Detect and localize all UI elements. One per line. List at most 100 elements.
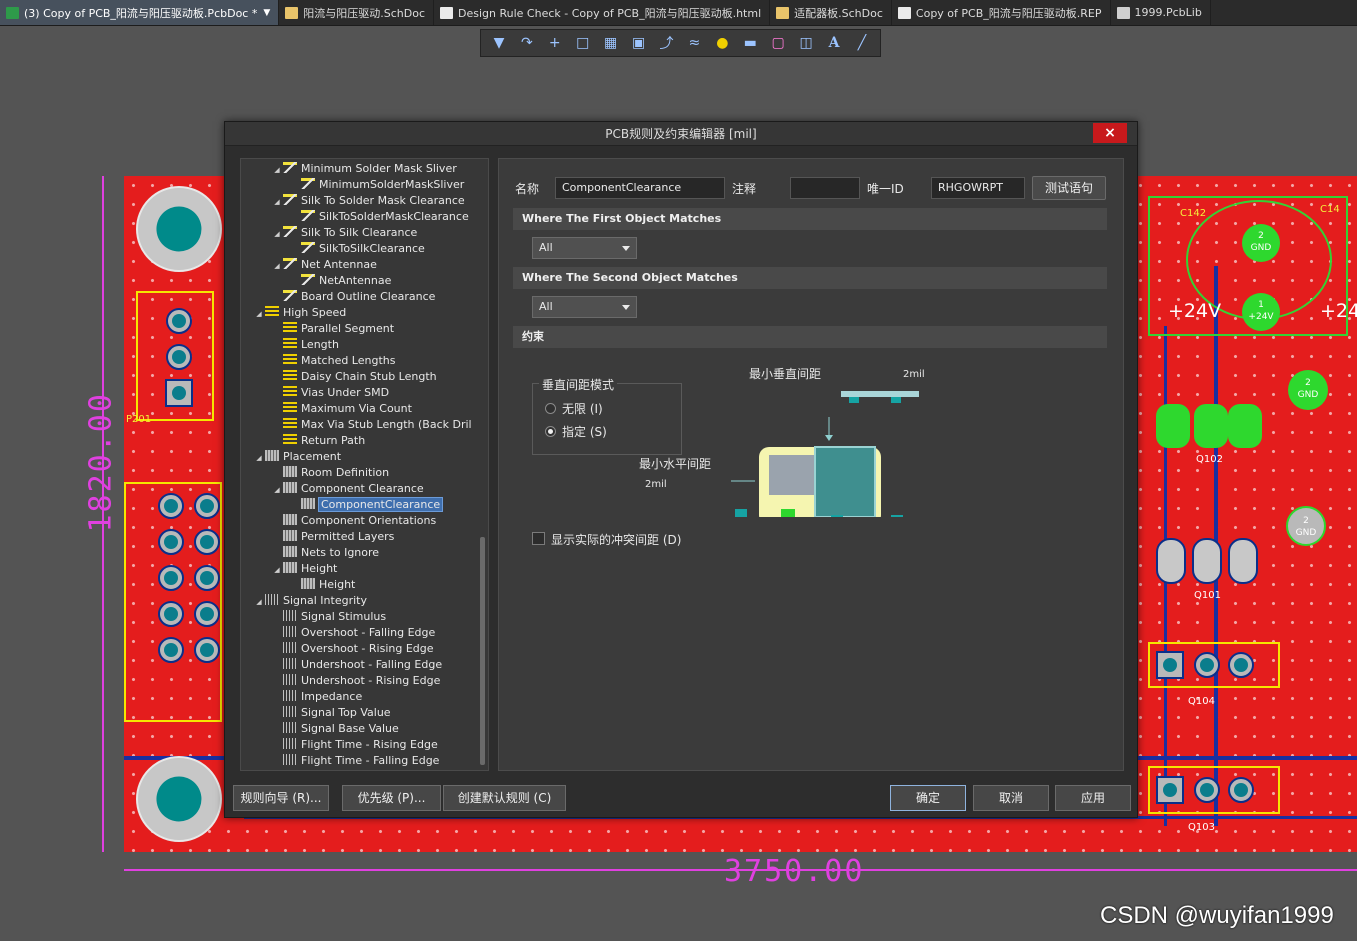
dimension-icon[interactable]: ◫ [795,32,817,54]
tree-item[interactable]: Impedance [271,689,362,705]
tree-item[interactable]: SilkToSolderMaskClearance [289,209,469,225]
document-icon [776,6,790,19]
hs-rule-icon [283,370,297,381]
tree-item[interactable]: SilkToSilkClearance [289,241,425,257]
expand-arrow-icon[interactable]: ◢ [271,562,283,578]
tree-item[interactable]: Room Definition [271,465,389,481]
tree-item-label: SilkToSilkClearance [319,242,425,255]
document-tab[interactable]: (3) Copy of PCB_阳流与阳压驱动板.PcbDoc * ▼ [0,0,280,25]
expand-arrow-icon[interactable]: ◢ [271,162,283,178]
expand-arrow-icon[interactable]: ◢ [253,306,265,322]
document-tab[interactable]: 1999.PcbLib [1111,0,1211,25]
show-actual-label[interactable]: 显示实际的冲突间距 (D) [551,531,681,548]
tree-item[interactable]: ◢ Net Antennae [271,257,377,273]
tree-item[interactable]: Nets to Ignore [271,545,379,561]
apply-button[interactable]: 应用 [1055,785,1131,811]
second-match-select[interactable]: All [532,296,637,318]
tree-item[interactable]: Undershoot - Falling Edge [271,657,442,673]
tree-item[interactable]: ◢ Placement [253,449,341,465]
filter-icon[interactable]: ▼ [488,32,510,54]
document-tab[interactable]: 适配器板.SchDoc [770,0,892,25]
tree-item[interactable]: Flight Time - Falling Edge [271,753,439,769]
tree-item[interactable]: Flight Time - Rising Edge [271,737,438,753]
expand-arrow-icon[interactable]: ◢ [271,194,283,210]
expand-arrow-icon[interactable]: ◢ [253,594,265,610]
hs-rule-icon [265,306,279,317]
chip-icon[interactable]: ▣ [628,32,650,54]
document-tab[interactable]: Copy of PCB_阳流与阳压驱动板.REP [892,0,1111,25]
rule-tree[interactable]: ◢ Minimum Solder Mask Sliver MinimumSolder… [240,158,489,771]
tree-item[interactable]: Height [289,577,355,593]
expand-arrow-icon[interactable]: ◢ [253,450,265,466]
tree-item[interactable]: Permitted Layers [271,529,394,545]
tree-item[interactable]: ◢ Silk To Solder Mask Clearance [271,193,465,209]
tree-item[interactable]: Return Path [271,433,365,449]
pad [1156,651,1184,679]
tree-item[interactable]: Parallel Segment [271,321,394,337]
tree-item[interactable]: Undershoot - Rising Edge [271,673,440,689]
diff-route-icon[interactable]: ≈ [683,32,705,54]
tree-item[interactable]: ◢ Height [271,561,337,577]
test-query-button[interactable]: 测试语句 [1032,176,1106,200]
tree-item[interactable]: Maximum Via Count [271,401,412,417]
radio-specified[interactable] [545,426,556,437]
radio-infinite-label[interactable]: 无限 (I) [562,400,603,417]
tree-item[interactable]: Signal Base Value [271,721,399,737]
expand-arrow-icon[interactable]: ◢ [271,482,283,498]
tree-scrollbar-thumb[interactable] [480,537,485,765]
rule-wizard-button[interactable]: 规则向导 (R)... [233,785,329,811]
tree-item[interactable]: Signal Stimulus [271,609,386,625]
name-input[interactable]: ComponentClearance [555,177,725,199]
tree-item[interactable]: ◢ Component Clearance [271,481,424,497]
comment-input[interactable] [790,177,860,199]
tree-item[interactable]: ◢ High Speed [253,305,346,321]
tree-item[interactable]: Signal Top Value [271,705,391,721]
select-rect-icon[interactable]: □ [572,32,594,54]
tree-item[interactable]: Length [271,337,339,353]
tree-item[interactable]: Component Orientations [271,513,436,529]
tree-item[interactable]: Overshoot - Falling Edge [271,625,435,641]
tree-item[interactable]: Board Outline Clearance [271,289,435,305]
dialog-titlebar: PCB规则及约束编辑器 [mil] × [225,122,1137,146]
tree-item[interactable]: NetAntennae [289,273,391,289]
tree-item[interactable]: ◢ Signal Integrity [253,593,367,609]
tree-item[interactable]: ComponentClearance [289,497,444,513]
cancel-button[interactable]: 取消 [973,785,1049,811]
radio-infinite[interactable] [545,403,556,414]
tree-item[interactable]: Matched Lengths [271,353,395,369]
silk-label: Q103 [1188,822,1215,833]
graph-icon[interactable]: ▢ [767,32,789,54]
tree-item-label: Return Path [301,434,366,447]
text-icon[interactable]: A [823,32,845,54]
route-icon[interactable]: ↷ [516,32,538,54]
tree-item[interactable]: MinimumSolderMaskSliver [289,177,464,193]
create-default-rules-button[interactable]: 创建默认规则 (C) [443,785,566,811]
tree-item-label: Flight Time - Falling Edge [301,754,440,767]
tree-item-label: ComponentClearance [317,497,444,512]
unique-id-input[interactable]: RHGOWRPT [931,177,1025,199]
first-match-select[interactable]: All [532,237,637,259]
tree-item[interactable]: Overshoot - Rising Edge [271,641,434,657]
expand-arrow-icon[interactable]: ◢ [271,258,283,274]
document-tab[interactable]: 阳流与阳压驱动.SchDoc [279,0,435,25]
ok-button[interactable]: 确定 [890,785,966,811]
line-icon[interactable]: ╱ [851,32,873,54]
close-button[interactable]: × [1093,123,1127,143]
priority-button[interactable]: 优先级 (P)... [342,785,441,811]
tree-item[interactable]: Vias Under SMD [271,385,389,401]
pin-icon[interactable]: ● [711,32,733,54]
cross-icon[interactable]: + [544,32,566,54]
document-tab[interactable]: Design Rule Check - Copy of PCB_阳流与阳压驱动板… [434,0,771,25]
radio-specified-label[interactable]: 指定 (S) [562,423,607,440]
show-actual-checkbox[interactable] [532,532,545,545]
interactive-route-icon[interactable]: ⤴ [655,32,677,54]
tree-item[interactable]: Max Via Stub Length (Back Dril [271,417,472,433]
tab-menu-icon[interactable]: ▼ [263,8,270,18]
chart-icon[interactable]: ▦ [600,32,622,54]
silk-label: Q101 [1194,590,1221,601]
tree-item[interactable]: ◢ Silk To Silk Clearance [271,225,417,241]
expand-arrow-icon[interactable]: ◢ [271,226,283,242]
tree-item[interactable]: Daisy Chain Stub Length [271,369,437,385]
tree-item[interactable]: ◢ Minimum Solder Mask Sliver [271,161,457,177]
fill-icon[interactable]: ▬ [739,32,761,54]
